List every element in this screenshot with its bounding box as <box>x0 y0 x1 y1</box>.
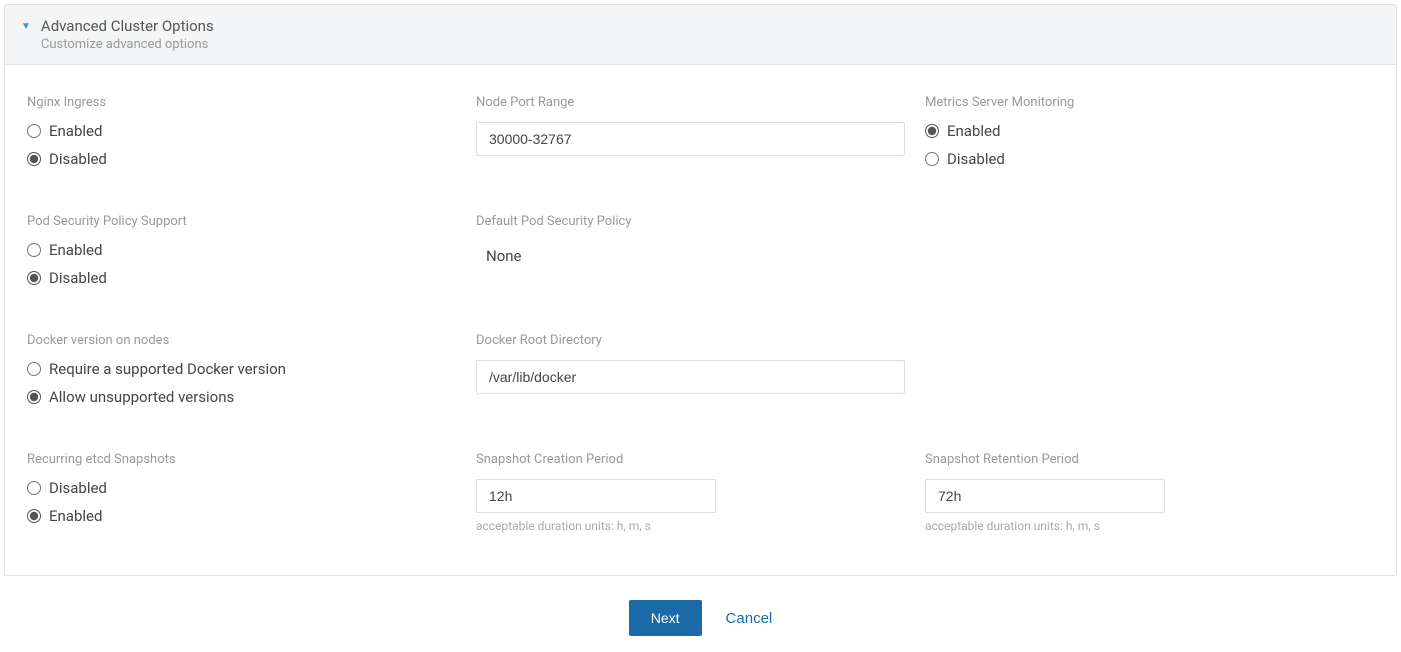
advanced-cluster-options-panel: ▼ Advanced Cluster Options Customize adv… <box>4 4 1397 576</box>
radio-label: Enabled <box>947 122 1000 140</box>
metrics-server-label: Metrics Server Monitoring <box>925 95 1354 110</box>
psp-enabled-radio[interactable] <box>27 243 41 257</box>
default-psp-value: None <box>476 241 905 271</box>
panel-body: Nginx Ingress Enabled Disabled Node Port… <box>5 65 1396 575</box>
snapshot-retention-input[interactable] <box>925 479 1165 513</box>
radio-label: Disabled <box>49 150 107 168</box>
footer-actions: Next Cancel <box>0 576 1401 652</box>
radio-label: Disabled <box>49 269 107 287</box>
docker-root-dir-input[interactable] <box>476 360 905 394</box>
snapshots-enabled-option[interactable]: Enabled <box>27 507 456 525</box>
nginx-ingress-enabled-option[interactable]: Enabled <box>27 122 456 140</box>
nginx-ingress-enabled-radio[interactable] <box>27 124 41 138</box>
panel-title: Advanced Cluster Options <box>41 17 214 35</box>
radio-label: Enabled <box>49 241 102 259</box>
radio-label: Disabled <box>947 150 1005 168</box>
cancel-button[interactable]: Cancel <box>726 610 773 627</box>
metrics-disabled-radio[interactable] <box>925 152 939 166</box>
psp-disabled-radio[interactable] <box>27 271 41 285</box>
radio-label: Allow unsupported versions <box>49 388 234 406</box>
metrics-disabled-option[interactable]: Disabled <box>925 150 1354 168</box>
nginx-ingress-label: Nginx Ingress <box>27 95 456 110</box>
radio-label: Require a supported Docker version <box>49 360 286 378</box>
docker-require-option[interactable]: Require a supported Docker version <box>27 360 456 378</box>
collapse-icon[interactable]: ▼ <box>21 21 31 32</box>
pod-security-policy-label: Pod Security Policy Support <box>27 214 456 229</box>
snapshots-enabled-radio[interactable] <box>27 509 41 523</box>
panel-header: ▼ Advanced Cluster Options Customize adv… <box>5 5 1396 65</box>
snapshot-creation-label: Snapshot Creation Period <box>476 452 905 467</box>
recurring-snapshots-label: Recurring etcd Snapshots <box>27 452 456 467</box>
docker-require-radio[interactable] <box>27 362 41 376</box>
radio-label: Enabled <box>49 507 102 525</box>
snapshot-retention-label: Snapshot Retention Period <box>925 452 1354 467</box>
nginx-ingress-disabled-option[interactable]: Disabled <box>27 150 456 168</box>
psp-enabled-option[interactable]: Enabled <box>27 241 456 259</box>
metrics-enabled-option[interactable]: Enabled <box>925 122 1354 140</box>
panel-subtitle: Customize advanced options <box>41 37 214 52</box>
docker-version-label: Docker version on nodes <box>27 333 456 348</box>
radio-label: Enabled <box>49 122 102 140</box>
default-psp-label: Default Pod Security Policy <box>476 214 905 229</box>
snapshots-disabled-option[interactable]: Disabled <box>27 479 456 497</box>
snapshot-creation-helper: acceptable duration units: h, m, s <box>476 519 905 533</box>
next-button[interactable]: Next <box>629 600 702 636</box>
snapshots-disabled-radio[interactable] <box>27 481 41 495</box>
docker-allow-radio[interactable] <box>27 390 41 404</box>
snapshot-retention-helper: acceptable duration units: h, m, s <box>925 519 1354 533</box>
psp-disabled-option[interactable]: Disabled <box>27 269 456 287</box>
node-port-range-label: Node Port Range <box>476 95 905 110</box>
docker-root-dir-label: Docker Root Directory <box>476 333 905 348</box>
node-port-range-input[interactable] <box>476 122 905 156</box>
radio-label: Disabled <box>49 479 107 497</box>
docker-allow-option[interactable]: Allow unsupported versions <box>27 388 456 406</box>
metrics-enabled-radio[interactable] <box>925 124 939 138</box>
snapshot-creation-input[interactable] <box>476 479 716 513</box>
nginx-ingress-disabled-radio[interactable] <box>27 152 41 166</box>
